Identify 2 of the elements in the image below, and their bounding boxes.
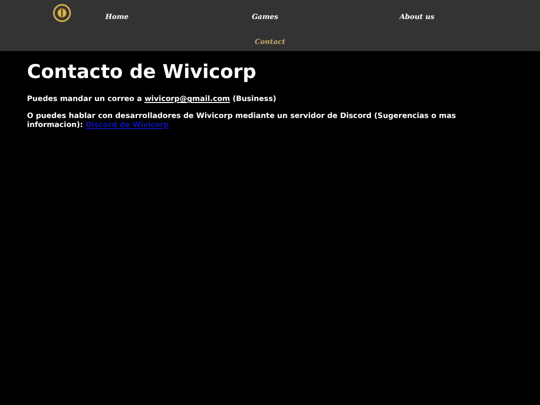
page-heading: Contacto de Wivicorp	[27, 61, 258, 83]
logo-icon[interactable]	[53, 4, 71, 22]
